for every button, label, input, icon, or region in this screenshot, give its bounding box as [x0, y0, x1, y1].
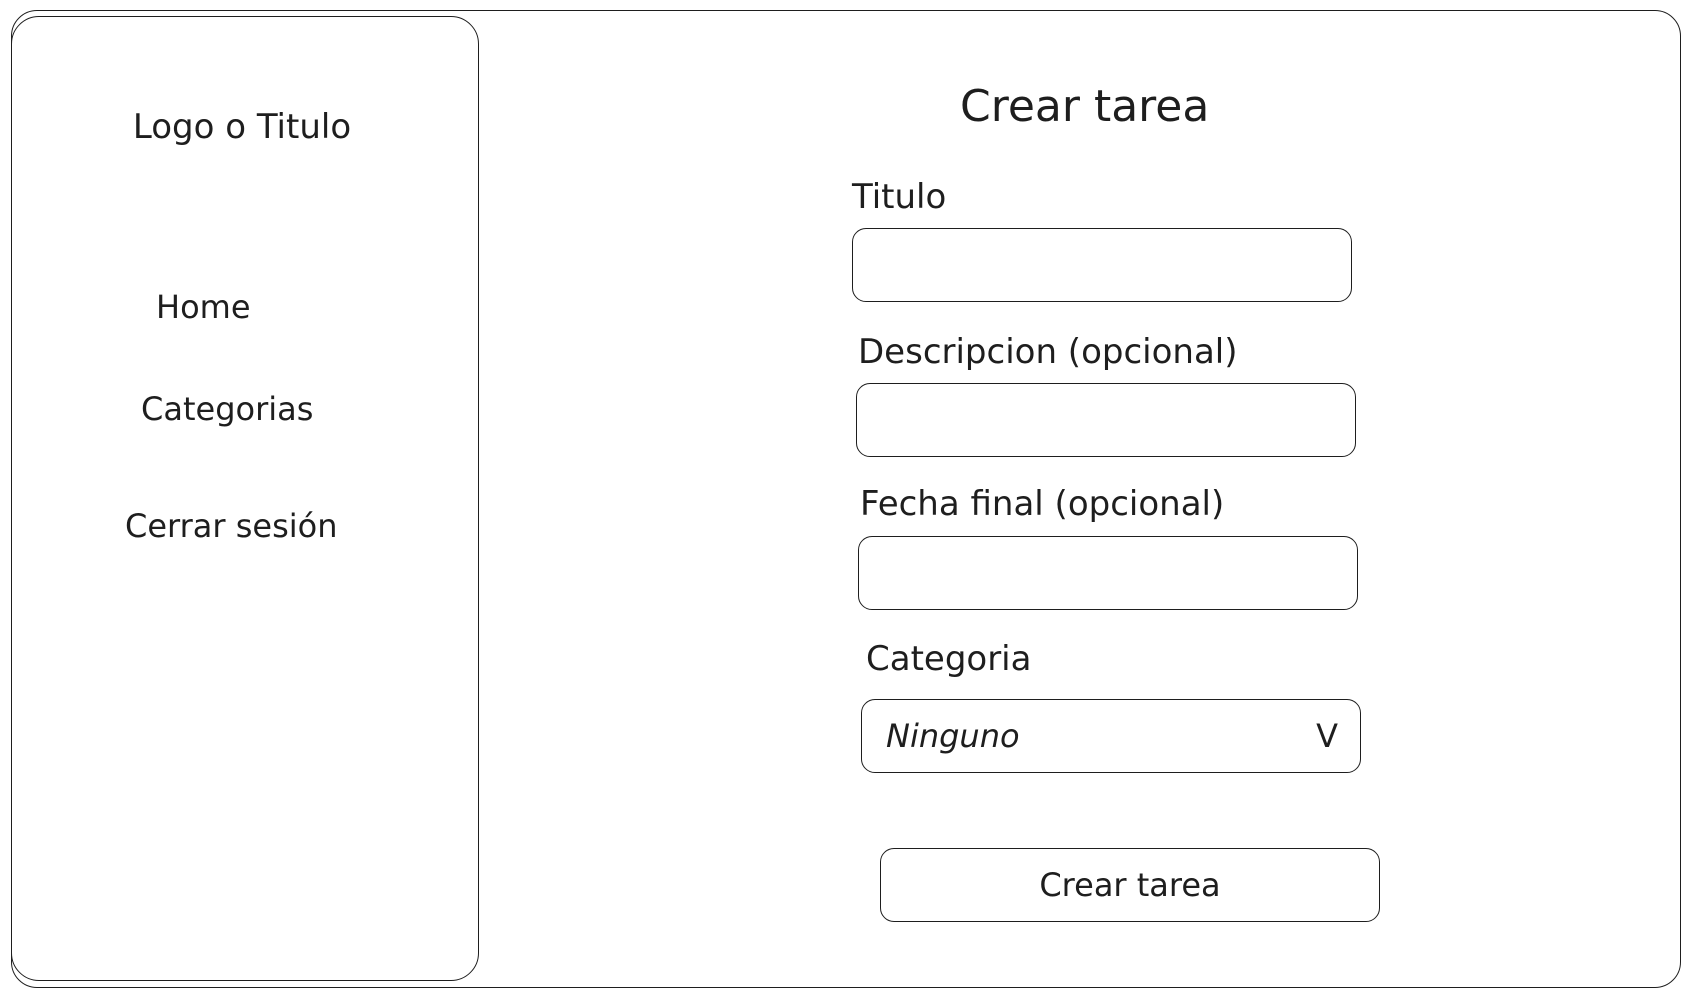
descripcion-input[interactable]	[856, 383, 1356, 457]
logo-title: Logo o Titulo	[132, 107, 352, 147]
categoria-selected-value: Ninguno	[886, 717, 1020, 755]
titulo-label: Titulo	[852, 177, 947, 217]
fecha-final-input[interactable]	[858, 536, 1358, 610]
titulo-input[interactable]	[852, 228, 1352, 302]
fecha-final-label: Fecha final (opcional)	[860, 484, 1225, 524]
descripcion-label: Descripcion (opcional)	[858, 332, 1238, 372]
sidebar-item-home[interactable]: Home	[156, 287, 251, 327]
crear-tarea-button[interactable]: Crear tarea	[880, 848, 1380, 922]
categoria-select[interactable]: Ninguno V	[861, 699, 1361, 773]
categoria-label: Categoria	[866, 639, 1032, 679]
sidebar-item-categorias[interactable]: Categorias	[141, 389, 313, 429]
chevron-down-icon: V	[1316, 717, 1338, 755]
sidebar: Logo o Titulo Home Categorias Cerrar ses…	[11, 16, 479, 981]
page-title: Crear tarea	[960, 81, 1210, 132]
sidebar-item-logout[interactable]: Cerrar sesión	[125, 506, 338, 546]
